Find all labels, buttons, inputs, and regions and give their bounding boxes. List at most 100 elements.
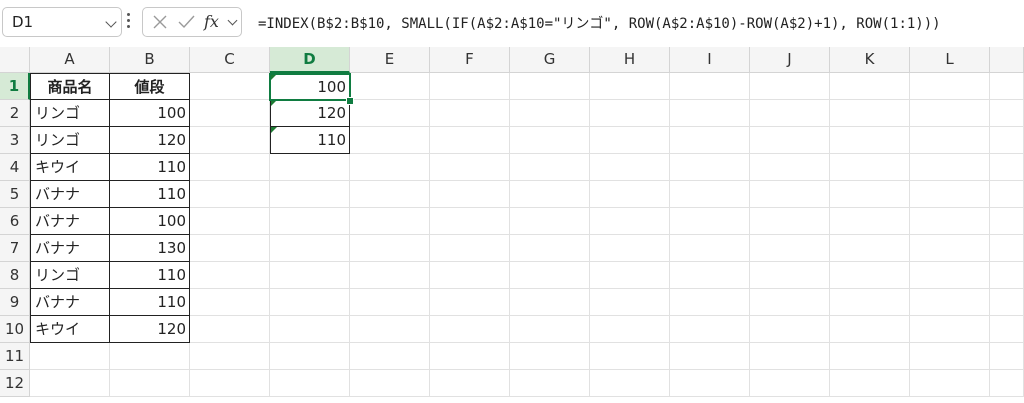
column-header-k[interactable]: K: [830, 47, 910, 73]
cell-l12[interactable]: [910, 370, 990, 397]
cell-i8[interactable]: [670, 262, 750, 289]
cell-l4[interactable]: [910, 154, 990, 181]
cell-f2[interactable]: [430, 100, 510, 127]
name-box[interactable]: D1: [2, 7, 122, 37]
cell-b5[interactable]: 110: [110, 181, 190, 208]
cell-g6[interactable]: [510, 208, 590, 235]
fx-icon[interactable]: fx: [203, 11, 229, 33]
cell-a4[interactable]: キウイ: [30, 154, 110, 181]
chevron-down-icon[interactable]: [227, 15, 238, 26]
cell-c1[interactable]: [190, 73, 270, 100]
fill-handle[interactable]: [346, 97, 354, 105]
cell-l11[interactable]: [910, 343, 990, 370]
column-header-c[interactable]: C: [190, 47, 270, 73]
column-header-d[interactable]: D: [270, 47, 350, 73]
cell-j8[interactable]: [750, 262, 830, 289]
cell-a1[interactable]: 商品名: [30, 73, 110, 100]
cell-j6[interactable]: [750, 208, 830, 235]
cell-c8[interactable]: [190, 262, 270, 289]
cell-f6[interactable]: [430, 208, 510, 235]
cell-j11[interactable]: [750, 343, 830, 370]
cell-j1[interactable]: [750, 73, 830, 100]
cell-m3[interactable]: [990, 127, 1024, 154]
cell-d9[interactable]: [270, 289, 350, 316]
cell-k2[interactable]: [830, 100, 910, 127]
cell-m9[interactable]: [990, 289, 1024, 316]
column-header-f[interactable]: F: [430, 47, 510, 73]
cell-d7[interactable]: [270, 235, 350, 262]
cell-b9[interactable]: 110: [110, 289, 190, 316]
cell-c3[interactable]: [190, 127, 270, 154]
cell-e7[interactable]: [350, 235, 430, 262]
cell-h10[interactable]: [590, 316, 670, 343]
cell-g5[interactable]: [510, 181, 590, 208]
row-header-6[interactable]: 6: [0, 208, 30, 235]
cell-m8[interactable]: [990, 262, 1024, 289]
cell-l9[interactable]: [910, 289, 990, 316]
cell-m12[interactable]: [990, 370, 1024, 397]
cell-b1[interactable]: 値段: [110, 73, 190, 100]
cell-b2[interactable]: 100: [110, 100, 190, 127]
cell-l2[interactable]: [910, 100, 990, 127]
cell-i4[interactable]: [670, 154, 750, 181]
cancel-icon[interactable]: [149, 11, 171, 33]
cell-c11[interactable]: [190, 343, 270, 370]
column-header-h[interactable]: H: [590, 47, 670, 73]
cell-e5[interactable]: [350, 181, 430, 208]
cell-d10[interactable]: [270, 316, 350, 343]
cell-f7[interactable]: [430, 235, 510, 262]
cell-l1[interactable]: [910, 73, 990, 100]
cell-b4[interactable]: 110: [110, 154, 190, 181]
cell-h8[interactable]: [590, 262, 670, 289]
cell-h1[interactable]: [590, 73, 670, 100]
cell-k9[interactable]: [830, 289, 910, 316]
cell-d4[interactable]: [270, 154, 350, 181]
cell-c6[interactable]: [190, 208, 270, 235]
cell-f3[interactable]: [430, 127, 510, 154]
row-header-4[interactable]: 4: [0, 154, 30, 181]
column-header-e[interactable]: E: [350, 47, 430, 73]
row-header-2[interactable]: 2: [0, 100, 30, 127]
cell-c12[interactable]: [190, 370, 270, 397]
cell-e1[interactable]: [350, 73, 430, 100]
cell-c10[interactable]: [190, 316, 270, 343]
cell-i5[interactable]: [670, 181, 750, 208]
cell-i6[interactable]: [670, 208, 750, 235]
cell-a10[interactable]: キウイ: [30, 316, 110, 343]
row-header-3[interactable]: 3: [0, 127, 30, 154]
cell-j4[interactable]: [750, 154, 830, 181]
cell-k7[interactable]: [830, 235, 910, 262]
row-header-11[interactable]: 11: [0, 343, 30, 370]
cell-a8[interactable]: リンゴ: [30, 262, 110, 289]
cell-m6[interactable]: [990, 208, 1024, 235]
cell-g12[interactable]: [510, 370, 590, 397]
cell-h6[interactable]: [590, 208, 670, 235]
cell-l6[interactable]: [910, 208, 990, 235]
cell-g8[interactable]: [510, 262, 590, 289]
cell-j12[interactable]: [750, 370, 830, 397]
cell-e11[interactable]: [350, 343, 430, 370]
cell-m7[interactable]: [990, 235, 1024, 262]
cell-e8[interactable]: [350, 262, 430, 289]
cell-f9[interactable]: [430, 289, 510, 316]
cell-f5[interactable]: [430, 181, 510, 208]
row-header-1[interactable]: 1: [0, 73, 30, 100]
cell-a2[interactable]: リンゴ: [30, 100, 110, 127]
cell-m11[interactable]: [990, 343, 1024, 370]
cell-l7[interactable]: [910, 235, 990, 262]
cell-b7[interactable]: 130: [110, 235, 190, 262]
cell-k6[interactable]: [830, 208, 910, 235]
cell-k11[interactable]: [830, 343, 910, 370]
cell-a3[interactable]: リンゴ: [30, 127, 110, 154]
cell-m10[interactable]: [990, 316, 1024, 343]
row-header-9[interactable]: 9: [0, 289, 30, 316]
cell-a11[interactable]: [30, 343, 110, 370]
cell-i12[interactable]: [670, 370, 750, 397]
cell-e3[interactable]: [350, 127, 430, 154]
cell-h3[interactable]: [590, 127, 670, 154]
cell-g2[interactable]: [510, 100, 590, 127]
column-header-i[interactable]: I: [670, 47, 750, 73]
cell-l5[interactable]: [910, 181, 990, 208]
cell-e4[interactable]: [350, 154, 430, 181]
cell-h12[interactable]: [590, 370, 670, 397]
